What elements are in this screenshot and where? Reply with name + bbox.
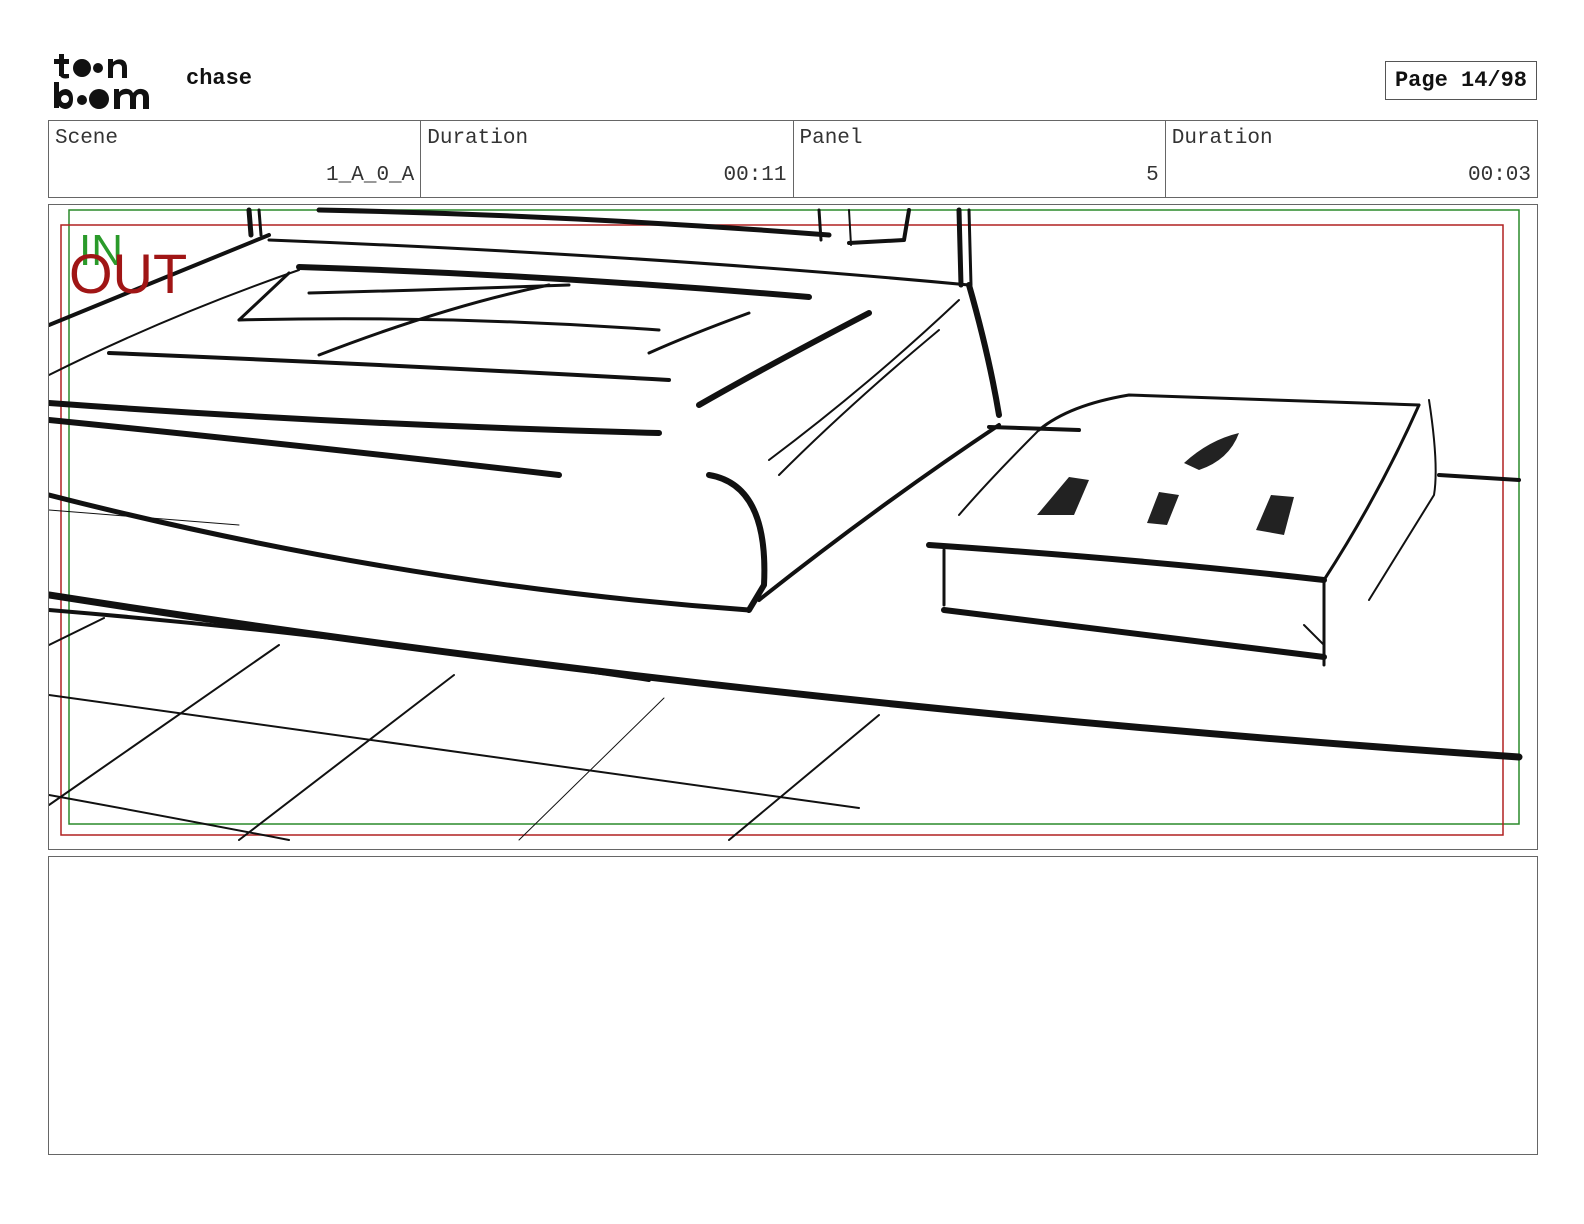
box-buttons — [1037, 433, 1294, 535]
out-frame-rect — [60, 224, 1504, 836]
scene-label: Scene — [55, 127, 119, 150]
sketch-lines — [49, 207, 1523, 841]
toon-boom-logo — [52, 50, 164, 112]
project-title: chase — [186, 66, 253, 91]
panel-notes-box — [48, 856, 1538, 1155]
scene-value: 1_A_0_A — [326, 164, 415, 187]
scene-info-table: Scene 1_A_0_A Duration 00:11 Panel 5 Dur… — [48, 120, 1538, 198]
panel-sketch: IN OUT — [49, 207, 1523, 841]
panel-cell: Panel 5 — [794, 121, 1166, 197]
panel-duration-value: 00:03 — [1467, 164, 1531, 187]
panel-duration-cell: Duration 00:03 — [1166, 121, 1537, 197]
scene-cell: Scene 1_A_0_A — [49, 121, 422, 197]
scene-duration-cell: Duration 00:11 — [421, 121, 794, 197]
page-number: Page 14/98 — [1385, 61, 1537, 100]
out-marker-label: OUT — [69, 242, 187, 305]
scene-duration-value: 00:11 — [723, 164, 787, 187]
panel-duration-label: Duration — [1171, 127, 1273, 150]
scene-duration-label: Duration — [427, 127, 529, 150]
panel-value: 5 — [1146, 164, 1159, 187]
panel-label: Panel — [799, 127, 863, 150]
in-frame-rect — [68, 209, 1520, 825]
storyboard-panel: IN OUT — [48, 204, 1538, 850]
